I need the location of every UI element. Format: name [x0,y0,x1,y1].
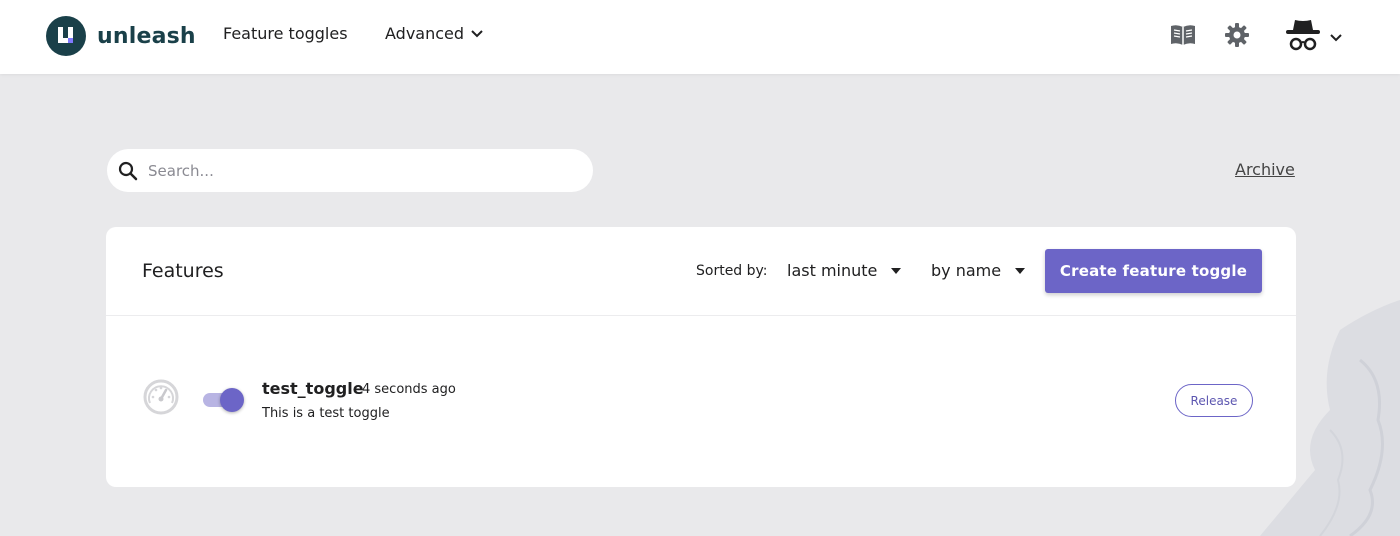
features-card-header: Features Sorted by: last minute by name … [106,227,1296,316]
sort-order-value: by name [931,261,1002,280]
top-navbar: unleash Feature toggles Advanced [0,0,1400,74]
features-card: Features Sorted by: last minute by name … [106,227,1296,487]
sort-order-select[interactable]: by name [931,261,1026,280]
caret-down-icon [1015,267,1026,274]
feature-type-chip[interactable]: Release [1175,384,1253,417]
toggle-thumb [220,388,244,412]
time-filter-value: last minute [787,261,878,280]
chevron-down-icon [1329,33,1343,43]
feature-enabled-toggle[interactable] [201,388,244,412]
chevron-down-icon [470,29,484,39]
feature-list-item: test_toggle 4 seconds ago This is a test… [106,316,1296,487]
book-icon[interactable] [1169,23,1197,51]
user-profile-menu[interactable] [1283,16,1343,60]
feature-created-time: 4 seconds ago [362,382,456,397]
archive-link[interactable]: Archive [1235,160,1295,179]
unleash-logo[interactable]: unleash [46,16,196,56]
search-bar [107,149,593,192]
feature-name-link[interactable]: test_toggle [262,379,364,398]
brand-name: unleash [97,23,196,49]
nav-advanced-menu[interactable]: Advanced [385,24,484,43]
incognito-avatar-icon [1283,16,1323,60]
search-icon [118,161,138,181]
create-feature-toggle-button[interactable]: Create feature toggle [1045,249,1262,293]
gauge-icon [143,379,179,419]
nav-feature-toggles[interactable]: Feature toggles [223,24,348,43]
nav-advanced-label: Advanced [385,24,465,43]
feature-description: This is a test toggle [262,406,390,421]
search-input[interactable] [148,155,568,186]
features-title: Features [142,260,224,282]
unleash-logo-mark [46,16,86,56]
caret-down-icon [891,267,902,274]
gear-icon[interactable] [1224,22,1250,52]
sorted-by-label: Sorted by: [696,263,768,279]
time-filter-select[interactable]: last minute [787,261,902,280]
